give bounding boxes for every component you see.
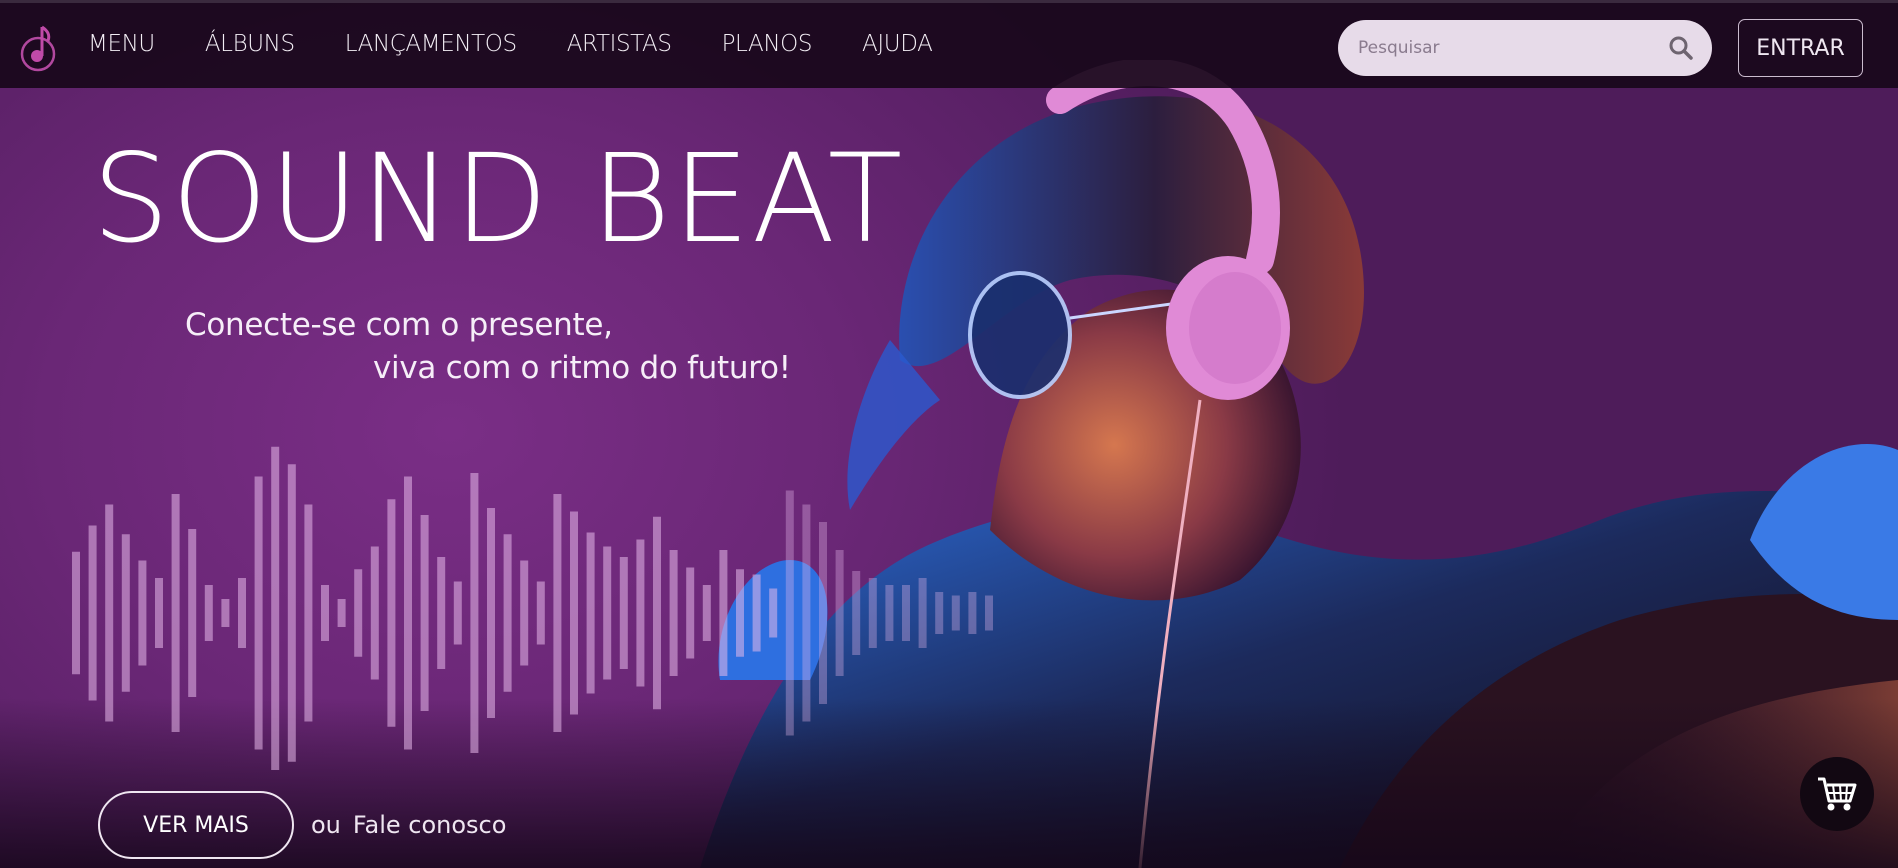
waveform-bar [503, 534, 512, 692]
main-nav: MENU ÁLBUNS LANÇAMENTOS ARTISTAS PLANOS … [88, 31, 933, 57]
waveform-bar [636, 539, 645, 687]
waveform-bar [155, 578, 163, 648]
waveform-bar [453, 581, 462, 645]
waveform-bar [802, 504, 811, 722]
waveform-bar [354, 569, 363, 657]
waveform-bar [487, 508, 495, 718]
waveform-bar [370, 546, 379, 680]
waveform-bar [138, 560, 147, 666]
waveform-bar [72, 551, 80, 675]
waveform-bar [702, 585, 711, 641]
search-box [1338, 20, 1712, 76]
waveform-bar [121, 534, 130, 692]
search-input[interactable] [1356, 37, 1670, 59]
waveform-bar [221, 599, 230, 627]
waveform-bar [287, 464, 296, 762]
login-button[interactable]: ENTRAR [1738, 19, 1863, 77]
waveform-bar [852, 571, 861, 655]
waveform-bar [437, 557, 446, 669]
waveform-bar [769, 588, 778, 638]
nav-albuns[interactable]: ÁLBUNS [205, 31, 295, 57]
waveform-bar [553, 494, 562, 732]
waveform-bar [736, 569, 744, 657]
shopping-cart-icon [1818, 777, 1857, 811]
waveform-bar [271, 446, 280, 770]
waveform-bar [902, 585, 910, 641]
waveform-bar [321, 585, 329, 641]
nav-ajuda[interactable]: AJUDA [862, 31, 933, 57]
waveform-bar [819, 522, 827, 704]
sound-waveform [72, 446, 993, 770]
music-note-logo[interactable] [18, 21, 58, 73]
waveform-bar [785, 490, 794, 736]
waveform-bar [619, 557, 628, 669]
waveform-bar [337, 599, 346, 627]
hero-subtitle-line2: viva com o ritmo do futuro! [373, 350, 791, 386]
waveform-bar [536, 581, 545, 645]
search-icon[interactable] [1668, 35, 1694, 61]
waveform-bar [105, 504, 114, 722]
or-text: ou [311, 811, 341, 839]
nav-menu[interactable]: MENU [88, 31, 155, 57]
contact-link[interactable]: Fale conosco [353, 811, 507, 839]
waveform-bar [586, 532, 595, 694]
cart-button[interactable] [1800, 757, 1874, 831]
waveform-bar [918, 578, 927, 648]
waveform-bar [171, 494, 180, 732]
waveform-bar [653, 516, 661, 710]
waveform-bar [835, 550, 844, 676]
nav-planos[interactable]: PLANOS [722, 31, 813, 57]
waveform-bar [387, 499, 396, 727]
hero-title: SOUND BEAT [92, 128, 905, 270]
waveform-bar [686, 567, 695, 659]
waveform-bar [404, 476, 412, 750]
ver-mais-button[interactable]: VER MAIS [98, 791, 294, 859]
waveform-bar [304, 504, 313, 722]
cta-row: VER MAIS ou Fale conosco [98, 791, 506, 859]
hero-section: MENU ÁLBUNS LANÇAMENTOS ARTISTAS PLANOS … [0, 0, 1898, 868]
nav-lancamentos[interactable]: LANÇAMENTOS [345, 31, 517, 57]
waveform-bar [868, 578, 877, 648]
waveform-bar [951, 595, 960, 631]
waveform-bar [669, 550, 678, 676]
nav-artistas[interactable]: ARTISTAS [567, 31, 672, 57]
waveform-bar [88, 525, 97, 701]
waveform-bar [470, 473, 479, 753]
waveform-bar [204, 585, 213, 641]
hero-subtitle-line1: Conecte-se com o presente, [185, 307, 613, 343]
waveform-bar [570, 511, 578, 715]
waveform-bar [520, 560, 529, 666]
waveform-bar [719, 550, 728, 676]
waveform-bar [885, 585, 894, 641]
waveform-bar [603, 546, 612, 680]
waveform-bar [238, 578, 246, 648]
waveform-bar [188, 529, 197, 697]
waveform-bar [968, 592, 977, 634]
waveform-bar [935, 592, 944, 634]
waveform-bar [420, 515, 429, 711]
waveform-bar [254, 476, 263, 750]
top-navbar: MENU ÁLBUNS LANÇAMENTOS ARTISTAS PLANOS … [0, 0, 1898, 88]
waveform-bar [752, 574, 761, 652]
waveform-bar [985, 595, 993, 631]
